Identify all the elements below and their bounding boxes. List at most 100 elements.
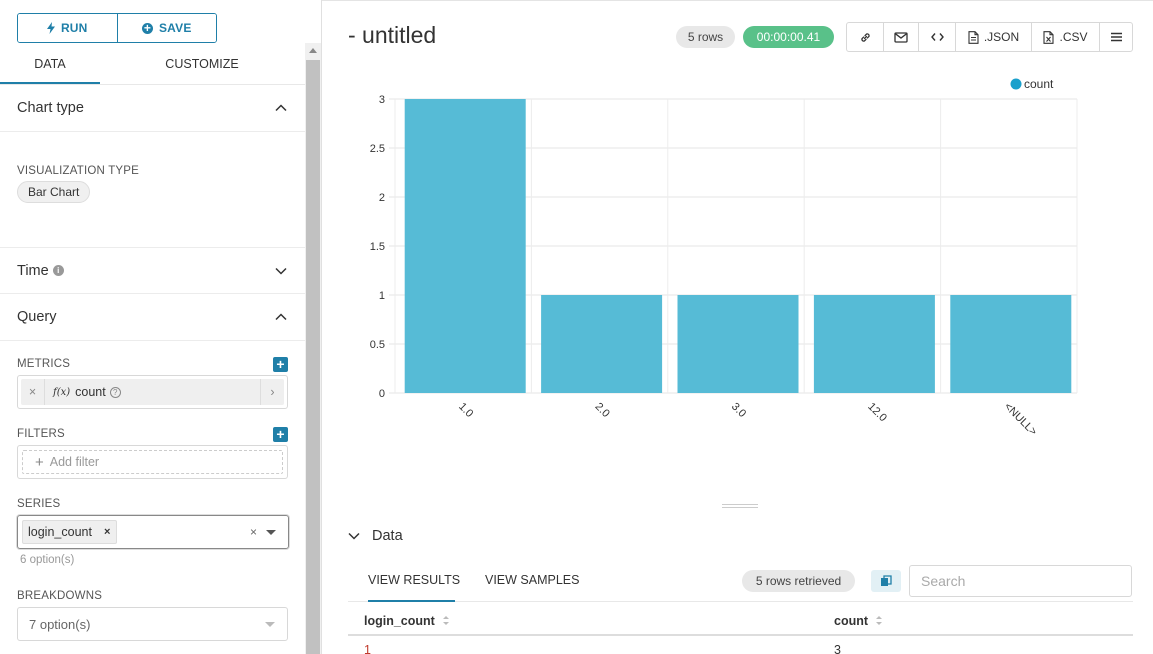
bar xyxy=(677,295,799,393)
copy-icon xyxy=(881,575,892,586)
x-tick-label: 2.0 xyxy=(592,401,611,420)
tab-customize[interactable]: CUSTOMIZE xyxy=(100,48,304,84)
remove-series-icon[interactable]: × xyxy=(104,526,110,538)
clear-icon[interactable]: × xyxy=(250,525,257,539)
metrics-field: × f(x) count ? › xyxy=(17,375,288,409)
rows-badge: 5 rows xyxy=(676,26,735,48)
tab-data[interactable]: DATA xyxy=(0,48,100,84)
section-title: Chart type xyxy=(17,100,84,116)
chevron-up-icon xyxy=(275,313,287,321)
function-icon: f(x) xyxy=(53,386,71,398)
legend-label: count xyxy=(1024,77,1054,91)
chevron-down-icon xyxy=(348,532,360,540)
metric-name: count xyxy=(75,385,106,399)
x-tick-label: <NULL> xyxy=(1002,401,1039,438)
sort-icon xyxy=(442,616,449,626)
bolt-icon xyxy=(46,22,55,34)
page-title[interactable]: - untitled xyxy=(348,22,436,49)
chevron-right-icon[interactable]: › xyxy=(260,379,284,405)
breakdowns-label: BREAKDOWNS xyxy=(17,590,103,602)
column-header-login-count[interactable]: login_count xyxy=(364,614,449,628)
column-header-label: login_count xyxy=(364,614,435,628)
copy-results-button[interactable] xyxy=(871,570,901,592)
series-tag: login_count × xyxy=(22,520,118,544)
y-tick-label: 1.5 xyxy=(370,241,385,253)
run-label: RUN xyxy=(60,21,88,35)
series-options-hint: 6 option(s) xyxy=(20,554,75,566)
help-icon: ? xyxy=(109,386,121,398)
resize-handle[interactable] xyxy=(722,504,758,508)
y-tick-label: 0.5 xyxy=(370,339,385,351)
panel-tabs: DATA CUSTOMIZE xyxy=(0,48,305,85)
add-filter-label: Add filter xyxy=(49,455,100,469)
legend-swatch xyxy=(1010,78,1022,90)
caret-down-icon xyxy=(265,622,275,627)
y-tick-label: 0 xyxy=(379,388,385,400)
add-filter-target[interactable]: + Add filter xyxy=(22,450,283,474)
copy-link-button[interactable] xyxy=(847,23,884,51)
viz-type-label: VISUALIZATION TYPE xyxy=(17,165,140,177)
section-time-header[interactable]: Time i xyxy=(0,247,305,294)
viz-type-selector[interactable]: Bar Chart xyxy=(17,181,91,203)
bar xyxy=(813,295,935,393)
code-icon xyxy=(930,33,944,41)
bar-chart: 0 0.5 1 1.5 2 2.5 3 1.0 2.0 3.0 12.0 <NULL> count xyxy=(370,77,1078,438)
filters-field: + Add filter xyxy=(17,445,288,479)
x-tick-label: 12.0 xyxy=(865,401,889,425)
email-button[interactable] xyxy=(884,23,919,51)
scrollbar[interactable] xyxy=(305,43,321,654)
save-label: SAVE xyxy=(158,21,192,35)
sort-icon xyxy=(876,616,883,626)
plus-circle-icon: + xyxy=(141,20,153,35)
info-icon: i xyxy=(52,265,64,276)
filters-label: FILTERS xyxy=(17,428,65,440)
add-filter-button[interactable]: + xyxy=(273,427,288,442)
series-label: SERIES xyxy=(17,498,61,510)
tab-view-samples[interactable]: VIEW SAMPLES xyxy=(485,573,579,587)
run-save-group: RUN + SAVE xyxy=(17,13,217,43)
export-json-button[interactable]: .JSON xyxy=(956,23,1032,51)
scroll-up-icon[interactable] xyxy=(309,48,317,53)
x-tick-label: 3.0 xyxy=(729,401,748,420)
section-title: Query xyxy=(17,309,57,325)
data-section-header[interactable]: Data xyxy=(348,528,403,544)
active-tab-indicator xyxy=(368,600,455,602)
embed-code-button[interactable] xyxy=(919,23,956,51)
controls-scroll-area: Chart type VISUALIZATION TYPE Bar Chart … xyxy=(0,85,305,654)
section-query-header[interactable]: Query xyxy=(0,294,305,341)
column-header-label: count xyxy=(834,614,869,628)
y-tick-label: 1 xyxy=(379,290,385,302)
breakdowns-value: 7 option(s) xyxy=(29,616,91,632)
rows-retrieved-badge: 5 rows retrieved xyxy=(742,570,855,592)
top-divider xyxy=(322,0,1153,4)
remove-metric-icon[interactable]: × xyxy=(21,379,45,405)
search-input[interactable] xyxy=(909,565,1132,597)
series-select[interactable]: login_count × × xyxy=(17,515,289,549)
add-metric-button[interactable]: + xyxy=(273,357,288,372)
scrollbar-thumb[interactable] xyxy=(306,60,320,654)
data-section-title: Data xyxy=(372,528,403,544)
file-icon xyxy=(968,30,979,44)
metrics-label: METRICS xyxy=(17,358,71,370)
breakdowns-select[interactable]: 7 option(s) xyxy=(17,607,288,641)
column-header-count[interactable]: count xyxy=(834,614,883,628)
section-chart-type-header[interactable]: Chart type xyxy=(0,85,305,132)
run-button[interactable]: RUN xyxy=(18,14,117,42)
bar xyxy=(404,99,526,393)
y-tick-label: 2.5 xyxy=(370,143,385,155)
table-header-divider xyxy=(348,634,1133,636)
action-buttons: .JSON .CSV xyxy=(846,22,1133,52)
file-csv-icon xyxy=(1043,30,1055,44)
envelope-icon xyxy=(894,31,908,43)
json-label: .JSON xyxy=(983,30,1020,44)
metric-tag[interactable]: × f(x) count ? › xyxy=(21,379,284,405)
export-csv-button[interactable]: .CSV xyxy=(1032,23,1100,51)
chevron-down-icon xyxy=(275,267,287,275)
chart-container: 0 0.5 1 1.5 2 2.5 3 1.0 2.0 3.0 12.0 <NULL> count xyxy=(322,60,1153,460)
csv-label: .CSV xyxy=(1059,30,1088,44)
caret-down-icon xyxy=(266,530,276,535)
table-cell: 3 xyxy=(834,643,841,654)
tab-view-results[interactable]: VIEW RESULTS xyxy=(368,573,460,587)
more-menu-button[interactable] xyxy=(1100,23,1132,51)
save-button[interactable]: + SAVE xyxy=(116,14,216,42)
